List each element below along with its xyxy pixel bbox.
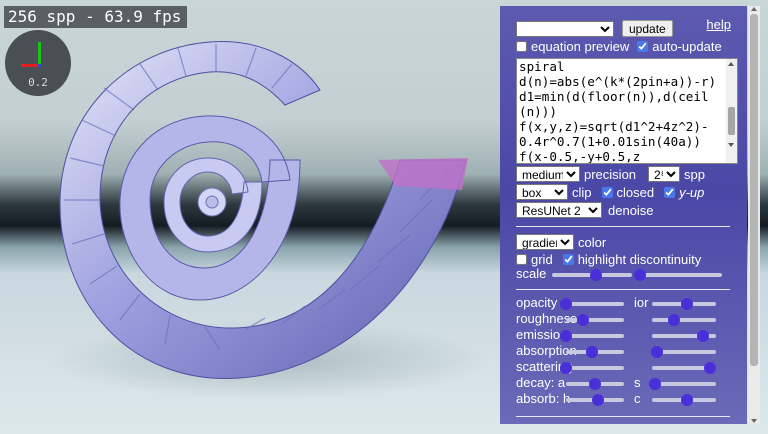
clip-label: clip [572,184,592,200]
performance-readout: 256 spp - 63.9 fps [4,6,188,28]
slider-thumb[interactable] [560,362,572,374]
material-label-secondary: ior [634,295,649,310]
closed-label: closed [616,184,655,200]
material-slider[interactable] [566,346,624,358]
material-slider-secondary[interactable] [652,330,716,342]
material-label: decay: a [516,375,566,390]
divider [516,289,730,290]
color-select[interactable]: gradient [516,234,574,250]
clip-select[interactable]: box [516,184,568,200]
material-slider-secondary[interactable] [649,378,716,390]
scale-label: scale [516,266,547,281]
scroll-up-icon[interactable] [728,62,734,66]
equation-editor[interactable]: spiral d(n)=abs(e^(k*(2pin+a))-r) d1=min… [516,58,738,164]
material-slider[interactable] [560,330,624,342]
z-axis-icon [38,64,41,67]
spp-select[interactable]: 2⁸ [648,166,681,182]
highlight-discontinuity-label: highlight discontinuity [577,252,702,267]
highlight-discontinuity-checkbox[interactable] [562,254,574,265]
denoise-select[interactable]: ResUNet 2 [516,202,602,218]
scale-slider[interactable] [552,269,632,281]
material-slider[interactable] [566,378,624,390]
slider-thumb[interactable] [697,330,710,342]
slider-thumb[interactable] [586,346,599,358]
material-slider-secondary[interactable] [652,314,716,326]
material-slider-secondary[interactable] [652,298,716,310]
slider-thumb[interactable] [560,330,572,342]
slider-thumb[interactable] [589,378,601,390]
scroll-thumb[interactable] [728,107,735,135]
material-label: absorb: h [516,391,571,406]
closed-checkbox[interactable] [601,186,613,198]
divider [516,226,730,227]
slider-thumb[interactable] [703,362,716,374]
update-button[interactable]: update [622,20,673,37]
auto-update-label: auto-update [652,39,722,54]
material-slider-secondary[interactable] [651,346,716,358]
equation-preview-label: equation preview [531,39,630,54]
y-up-label: y-up [679,184,705,200]
slider-thumb[interactable] [577,314,590,326]
material-slider-secondary[interactable] [652,394,716,406]
gizmo-value: 0.2 [28,76,48,89]
material-label-secondary: s [634,375,641,390]
divider [516,416,730,417]
slider-thumb[interactable] [681,298,694,310]
material-slider[interactable] [566,314,624,326]
grid-label: grid [531,252,553,267]
scroll-down-icon[interactable] [728,143,734,147]
scale-slider-2[interactable] [634,269,722,281]
material-label: opacity [516,295,558,310]
grid-checkbox[interactable] [516,254,527,265]
control-panel: update help equation preview auto-update… [500,6,747,424]
y-axis-icon [38,42,41,66]
scroll-up-icon[interactable] [751,7,757,11]
slider-thumb[interactable] [681,394,694,406]
equation-text[interactable]: spiral d(n)=abs(e^(k*(2pin+a))-r) d1=min… [517,59,737,163]
scroll-down-icon[interactable] [751,419,757,423]
material-slider[interactable] [560,362,624,374]
panel-scrollbar[interactable] [748,6,760,424]
spp-label: spp [684,166,705,182]
slider-thumb[interactable] [560,298,572,310]
slider-thumb[interactable] [634,269,646,281]
scroll-thumb[interactable] [750,14,758,366]
slider-thumb[interactable] [668,314,681,326]
material-slider[interactable] [560,298,624,310]
preset-select[interactable] [516,20,614,37]
equation-scrollbar[interactable] [726,59,737,163]
equation-preview-checkbox[interactable] [516,41,527,52]
material-label-secondary: c [634,391,641,406]
auto-update-checkbox[interactable] [637,41,649,52]
slider-thumb[interactable] [591,394,604,406]
precision-select[interactable]: medium [516,166,580,182]
color-label: color [578,234,607,250]
y-up-checkbox[interactable] [664,186,676,198]
slider-thumb[interactable] [651,346,664,358]
material-slider[interactable] [566,394,624,406]
spiral-shell-render [50,41,490,400]
help-link[interactable]: help [706,17,731,32]
slider-thumb[interactable] [590,269,602,281]
precision-label: precision [584,166,637,182]
axis-gizmo[interactable]: 0.2 [5,30,71,96]
slider-thumb[interactable] [649,378,662,390]
material-slider-secondary[interactable] [652,362,716,374]
denoise-label: denoise [608,202,654,218]
